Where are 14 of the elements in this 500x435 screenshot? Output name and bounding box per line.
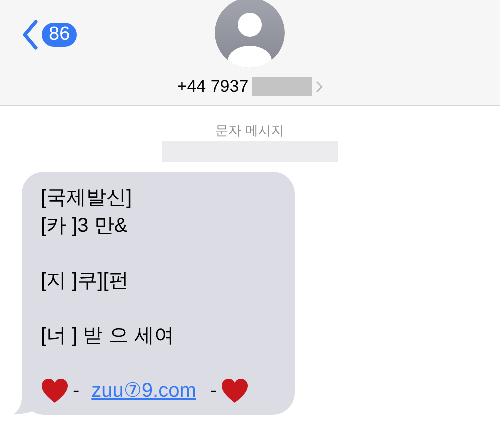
dash-text: - — [73, 379, 80, 404]
contact-number[interactable]: +44 7937 — [177, 74, 249, 100]
chevron-icon — [316, 80, 323, 93]
conversation-label: 문자 메시지 — [216, 123, 284, 139]
back-icon[interactable] — [22, 20, 39, 50]
message-text: [국제발신] [카 ]3 만& — [41, 186, 134, 239]
avatar-icon[interactable] — [215, 0, 285, 68]
unread-count: 86 — [42, 23, 78, 47]
redaction-block — [252, 77, 312, 96]
heart-icon — [41, 378, 69, 404]
dash-text: - — [210, 379, 218, 404]
heart-icon — [221, 378, 250, 404]
message-text: [너 ] 받 으 세여 — [41, 324, 176, 349]
message-text: [지 ]쿠][펀 — [41, 269, 130, 294]
